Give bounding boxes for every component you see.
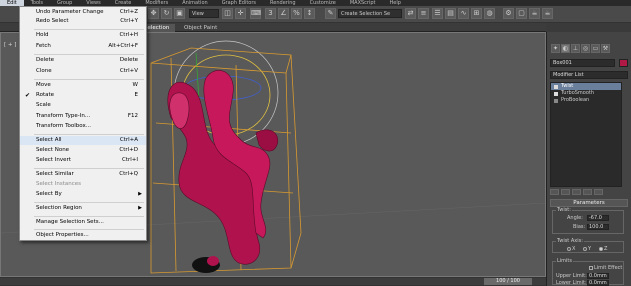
parameters-rollout-header[interactable]: Parameters (550, 199, 628, 207)
menu-item-object-properties[interactable]: Object Properties... (20, 231, 146, 240)
percent-snap-icon[interactable]: % (291, 8, 302, 19)
motion-tab-icon[interactable]: ◎ (581, 44, 590, 53)
spinner-snap-icon[interactable]: ↕ (304, 8, 315, 19)
limit-effect-checkbox[interactable]: Limit Effect (589, 265, 622, 271)
create-tab-icon[interactable]: ✦ (551, 44, 560, 53)
snap-3d-icon[interactable]: 3 (265, 8, 276, 19)
rendered-frame-window-icon[interactable]: ▢ (516, 8, 527, 19)
axis-y-radio[interactable]: Y (583, 246, 591, 252)
render-iterative-icon[interactable]: ☕ (542, 8, 553, 19)
angle-snap-icon[interactable]: ∠ (278, 8, 289, 19)
menu-item-hold[interactable]: Hold Ctrl+H (20, 31, 146, 40)
menu-item-delete[interactable]: Delete Delete (20, 56, 146, 65)
command-panel: ✦ ◐ ⊥ ◎ ▭ ⚒ Box001 Modifier List Twist T… (546, 32, 631, 286)
stack-item-turbosmooth[interactable]: TurboSmooth (551, 90, 621, 97)
menu-item-fetch[interactable]: Fetch Alt+Ctrl+F (20, 42, 146, 51)
menu-item-rotate[interactable]: ✔ Rotate E (20, 91, 146, 100)
angle-spinner[interactable]: -67.0 (587, 215, 609, 221)
submenu-arrow-icon: ▶ (138, 205, 142, 211)
rotate-icon[interactable]: ↻ (161, 8, 172, 19)
submenu-arrow-icon: ▶ (138, 191, 142, 197)
menu-item-undo[interactable]: Undo Parameter Change Ctrl+Z (20, 8, 146, 17)
bias-spinner[interactable]: 100.0 (587, 224, 609, 230)
time-slider[interactable]: 100 / 100 (484, 278, 532, 285)
status-bar: 100 / 100 (0, 277, 546, 286)
menu-item-transform-type-in[interactable]: Transform Type-In... F12 (20, 112, 146, 121)
menu-item-select-all[interactable]: Select All Ctrl+A (20, 136, 146, 145)
modify-tab-icon[interactable]: ◐ (561, 44, 570, 53)
ribbon-toggle-icon[interactable]: ▤ (445, 8, 456, 19)
menu-separator (34, 168, 144, 169)
menu-item-select-by[interactable]: Select By ▶ (20, 190, 146, 199)
move-icon[interactable]: ✥ (148, 8, 159, 19)
render-production-icon[interactable]: ☕ (529, 8, 540, 19)
display-tab-icon[interactable]: ▭ (591, 44, 600, 53)
command-panel-tabs: ✦ ◐ ⊥ ◎ ▭ ⚒ (547, 44, 631, 54)
modifier-list-dropdown[interactable]: Modifier List (550, 71, 628, 79)
checkmark-icon: ✔ (25, 92, 31, 99)
modifier-stack: Twist TurboSmooth ProBoolean (550, 82, 622, 187)
twist-group: Twist: Angle: -67.0 Bias: 100.0 (552, 207, 624, 234)
menu-item-clone[interactable]: Clone Ctrl+V (20, 67, 146, 76)
tab-object-paint[interactable]: Object Paint (178, 24, 223, 32)
menu-separator (34, 229, 144, 230)
menu-separator (34, 79, 144, 80)
show-end-result-icon[interactable] (561, 189, 570, 195)
scale-icon[interactable]: ▣ (174, 8, 185, 19)
curve-editor-icon[interactable]: ∿ (458, 8, 469, 19)
menu-item-selection-region[interactable]: Selection Region ▶ (20, 204, 146, 213)
twisted-object (167, 70, 279, 265)
upper-limit-spinner[interactable]: 0.0mm (587, 273, 609, 279)
layer-manager-icon[interactable]: ☰ (432, 8, 443, 19)
stack-item-proboolean[interactable]: ProBoolean (551, 97, 621, 104)
keyboard-shortcut-icon[interactable]: ⌨ (250, 8, 261, 19)
axis-z-radio[interactable]: Z (599, 246, 607, 252)
axis-x-radio[interactable]: X (567, 246, 575, 252)
limits-group: Limits Limit Effect Upper Limit: 0.0mm L… (552, 258, 624, 286)
timeline[interactable]: 100 / 100 (0, 278, 546, 285)
material-editor-icon[interactable]: ◍ (484, 8, 495, 19)
schematic-view-icon[interactable]: ⊞ (471, 8, 482, 19)
named-selection-sets-dropdown[interactable]: Create Selection Se (338, 9, 402, 18)
lower-limit-spinner[interactable]: 0.0mm (587, 280, 609, 286)
reference-coordinate-dropdown[interactable]: View (189, 9, 219, 18)
menu-item-redo[interactable]: Redo Select Ctrl+Y (20, 17, 146, 26)
pin-stack-icon[interactable] (550, 189, 559, 195)
edit-named-sets-icon[interactable]: ✎ (325, 8, 336, 19)
menu-separator (34, 134, 144, 135)
stack-tools (550, 189, 628, 196)
configure-sets-icon[interactable] (594, 189, 603, 195)
utilities-tab-icon[interactable]: ⚒ (601, 44, 610, 53)
remove-modifier-icon[interactable] (583, 189, 592, 195)
lightbulb-icon[interactable] (554, 84, 558, 89)
mirror-icon[interactable]: ⇄ (405, 8, 416, 19)
menu-item-select-invert[interactable]: Select Invert Ctrl+I (20, 156, 146, 165)
edit-menu-dropdown: Undo Parameter Change Ctrl+Z Redo Select C… (19, 6, 147, 241)
align-icon[interactable]: ≡ (418, 8, 429, 19)
twist-axis-group: Twist Axis: X Y Z (552, 238, 624, 253)
menu-item-select-similar[interactable]: Select Similar Ctrl+Q (20, 170, 146, 179)
menu-separator (34, 29, 144, 30)
menu-item-scale[interactable]: Scale (20, 101, 146, 110)
object-icon (554, 98, 558, 103)
lightbulb-icon[interactable] (554, 91, 558, 96)
render-setup-icon[interactable]: ⚙ (503, 8, 514, 19)
menu-item-transform-toolbox[interactable]: Transform Toolbox... (20, 122, 146, 131)
menu-item-select-none[interactable]: Select None Ctrl+D (20, 146, 146, 155)
select-manipulate-icon[interactable]: ✛ (235, 8, 246, 19)
menu-item-move[interactable]: Move W (20, 81, 146, 90)
menu-item-select-instances[interactable]: Select Instances (20, 180, 146, 189)
menu-separator (34, 202, 144, 203)
menu-item-manage-selection-sets[interactable]: Manage Selection Sets... (20, 218, 146, 227)
make-unique-icon[interactable] (572, 189, 581, 195)
object-name-field[interactable]: Box001 (550, 59, 615, 67)
menu-separator (34, 216, 144, 217)
stack-item-twist[interactable]: Twist (551, 83, 621, 90)
object-color-swatch[interactable] (619, 59, 628, 67)
menu-separator (34, 54, 144, 55)
pivot-icon[interactable]: ◫ (222, 8, 233, 19)
hierarchy-tab-icon[interactable]: ⊥ (571, 44, 580, 53)
